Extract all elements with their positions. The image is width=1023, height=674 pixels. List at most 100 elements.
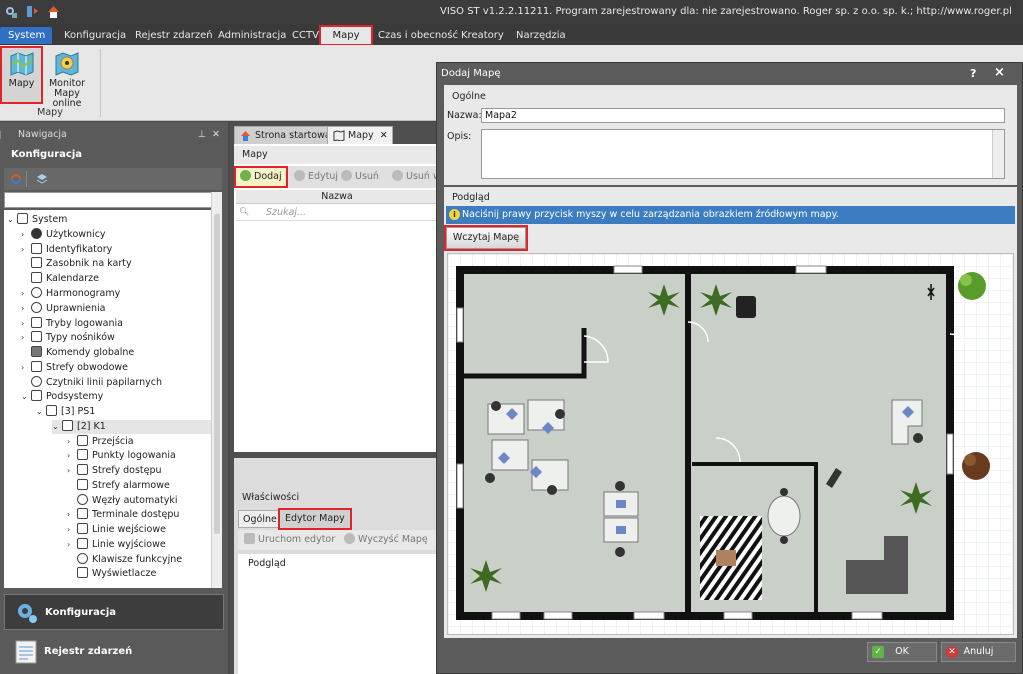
delete-icon [341, 170, 352, 181]
description-scrollbar[interactable] [992, 130, 1004, 178]
tab-kreatory[interactable]: Kreatory [453, 27, 512, 44]
close-icon[interactable]: ✕ [380, 127, 388, 145]
tree-item-czytniki[interactable]: Czytniki linii papilarnych [21, 376, 162, 390]
tree-item-linie-wyjsciowe[interactable]: › Linie wyjściowe [67, 538, 166, 552]
description-field[interactable] [481, 129, 1005, 179]
tree-item-k1[interactable]: ⌄ [2] K1 [52, 420, 211, 434]
tree-label: Klawisze funkcyjne [92, 554, 183, 565]
tree-item-terminale[interactable]: › Terminale dostępu [67, 508, 179, 522]
maps-ribbon-button[interactable]: Mapy [0, 46, 43, 104]
tree-item-linie-wejsciowe[interactable]: › Linie wejściowe [67, 523, 166, 537]
tree-item-strefy-dostepu[interactable]: › Strefy dostępu [67, 464, 162, 478]
tab-administracja[interactable]: Administracja [210, 27, 294, 44]
tree-item-zasobnik[interactable]: Zasobnik na karty [21, 257, 132, 271]
konfiguracja-nav-button[interactable]: Konfiguracja [4, 594, 224, 630]
ribbon-divider [100, 49, 101, 117]
sync-icon[interactable] [26, 5, 39, 18]
log-icon [14, 640, 38, 674]
map-preview-canvas[interactable] [447, 253, 1014, 635]
navigation-title: Konfiguracja [11, 149, 83, 160]
monitor-maps-online-button[interactable]: Monitor Mapy online [42, 48, 92, 109]
cancel-icon: ✕ [946, 646, 958, 658]
refresh-icon[interactable] [10, 173, 22, 188]
tab-czas-i-obecnosc[interactable]: Czas i obecność [370, 27, 466, 44]
grid-header-nazwa[interactable]: Nazwa [236, 190, 438, 204]
close-icon[interactable]: ✕ [212, 126, 220, 144]
rejestr-zdarzen-nav-button[interactable]: Rejestr zdarzeń [4, 634, 224, 670]
tree-item-strefy-obwodowe[interactable]: › Strefy obwodowe [21, 361, 128, 375]
ok-button[interactable]: ✓ OK [867, 642, 937, 662]
tab-mapy-document[interactable]: Mapy ✕ [327, 126, 393, 144]
tree-label: Węzły automatyki [92, 495, 178, 506]
tree-item-punkty-logowania[interactable]: › Punkty logowania [67, 449, 176, 463]
tree-item-wyswietlacze[interactable]: Wyświetlacze [67, 567, 156, 581]
tab-ogolne-properties[interactable]: Ogólne [238, 510, 282, 528]
cancel-button[interactable]: ✕ Anuluj [941, 642, 1016, 662]
floor-plan-image [448, 254, 1013, 634]
close-dialog-icon[interactable]: × [994, 65, 1005, 80]
search-icon: 🔍︎ [239, 207, 250, 216]
tree-label: Identyfikatory [46, 244, 113, 255]
tree-scrollbar-thumb[interactable] [214, 214, 220, 534]
tree-item-harmonogramy[interactable]: › Harmonogramy [21, 287, 120, 301]
output-line-icon [77, 538, 88, 549]
tab-mapy[interactable]: Mapy [319, 25, 373, 46]
tree-item-komendy-globalne[interactable]: Komendy globalne [21, 346, 134, 360]
network-icon [46, 405, 57, 416]
name-label: Nazwa: [447, 110, 482, 121]
tree-item-uprawnienia[interactable]: › Uprawnienia [21, 302, 105, 316]
tree-item-uzytkownicy[interactable]: › Użytkownicy [21, 228, 106, 242]
tab-narzedzia[interactable]: Narzędzia [508, 27, 574, 44]
tree-item-strefy-alarmowe[interactable]: Strefy alarmowe [67, 479, 170, 493]
tree-item-kalendarze[interactable]: Kalendarze [21, 272, 99, 286]
tab-rejestr-zdarzen[interactable]: Rejestr zdarzeń [127, 27, 221, 44]
tree-scrollbar[interactable] [211, 192, 222, 588]
navigation-header-label: Nawigacja [18, 129, 67, 140]
edit-map-button[interactable]: Edytuj [294, 170, 338, 184]
id-card-icon [31, 243, 42, 254]
add-map-button[interactable]: Dodaj [234, 166, 288, 188]
tree-label: Strefy dostępu [92, 465, 162, 476]
tree-item-przejscia[interactable]: › Przejścia [67, 435, 134, 449]
tree-label: Linie wyjściowe [92, 539, 166, 550]
delete-more-button[interactable]: Usuń w [392, 170, 441, 184]
layers-icon[interactable] [36, 173, 48, 188]
navigation-search-input[interactable] [4, 192, 222, 208]
preview-heading: Podgląd [452, 192, 490, 203]
subsystems-icon [31, 390, 42, 401]
help-icon[interactable]: ? [970, 67, 976, 80]
tab-system[interactable]: System [0, 27, 52, 44]
tree-item-wezly[interactable]: Węzły automatyki [67, 494, 178, 508]
tree-label: Punkty logowania [92, 450, 176, 461]
settings-icon[interactable] [4, 5, 17, 18]
dialog-title: Dodaj Mapę [441, 68, 501, 79]
name-field[interactable]: Mapa2 [481, 108, 1005, 123]
add-map-label: Dodaj [254, 171, 282, 182]
tree-item-identyfikatory[interactable]: › Identyfikatory [21, 243, 112, 257]
pin-icon[interactable]: ⊥ [198, 126, 206, 144]
tab-strona-startowa[interactable]: Strona startowa [234, 126, 338, 144]
tab-konfiguracja[interactable]: Konfiguracja [56, 27, 134, 44]
tree-item-klawisze[interactable]: Klawisze funkcyjne [67, 553, 182, 567]
delete-map-button[interactable]: Usuń [341, 170, 379, 184]
tree-item-tryby-logowania[interactable]: › Tryby logowania [21, 317, 123, 331]
grid-search-input[interactable]: Szukaj... [266, 207, 306, 218]
clear-map-button[interactable]: Wyczyść Mapę [344, 533, 428, 547]
home-icon[interactable] [47, 5, 60, 18]
tree-item-typy-nosnikow[interactable]: › Typy nośników [21, 331, 115, 345]
tree-item-ps1[interactable]: ⌄ [3] PS1 [36, 405, 95, 419]
tree-label: Strefy obwodowe [46, 362, 128, 373]
edit-icon [294, 170, 305, 181]
properties-toolbar: Uruchom edytor Wyczyść Mapę [238, 530, 440, 550]
run-editor-icon [244, 533, 255, 544]
tab-label: Strona startowa [255, 130, 331, 141]
run-editor-button[interactable]: Uruchom edytor [244, 533, 335, 547]
tree-label: Uprawnienia [46, 303, 106, 314]
tab-edytor-mapy[interactable]: Edytor Mapy [278, 508, 352, 530]
properties-panel: Właściwości Ogólne Edytor Mapy Uruchom e… [234, 458, 440, 674]
tree-item-podsystemy[interactable]: ⌄ Podsystemy [21, 390, 103, 404]
tree-item-system[interactable]: ⌄ System [7, 213, 67, 227]
load-map-button[interactable]: Wczytaj Mapę [444, 225, 528, 251]
display-icon [77, 567, 88, 578]
clear-map-label: Wyczyść Mapę [358, 534, 428, 545]
